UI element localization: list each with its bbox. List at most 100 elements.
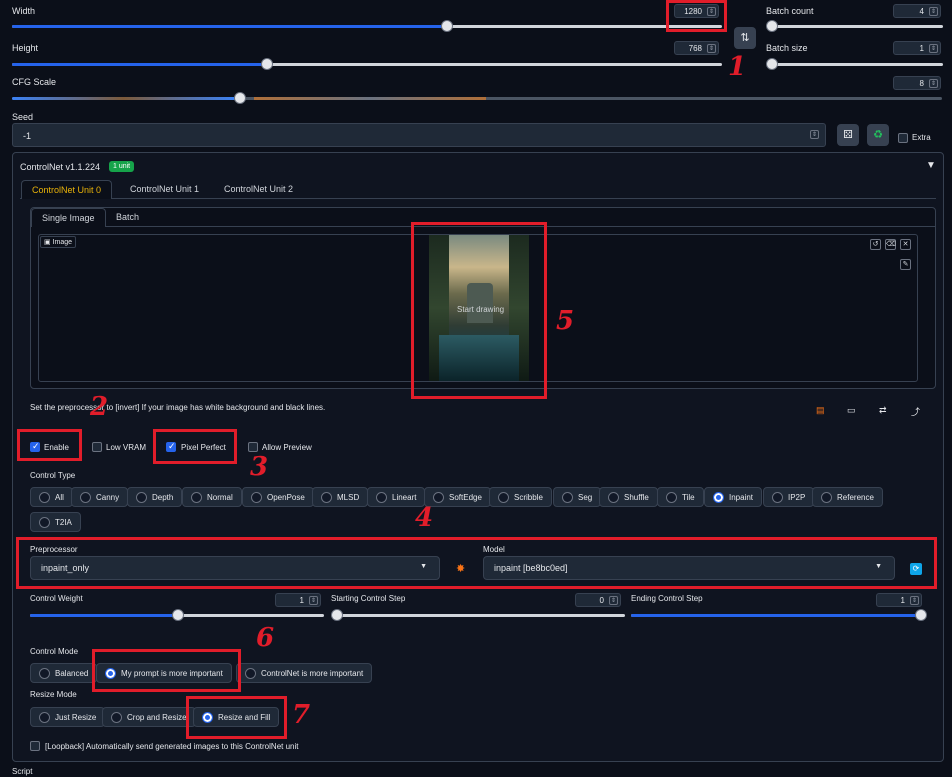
starting-control-step-slider-thumb[interactable] (331, 609, 343, 621)
control-mode-balanced[interactable]: Balanced (30, 663, 98, 683)
close-icon[interactable]: ✕ (900, 239, 911, 250)
recycle-icon: ♻ (873, 129, 883, 141)
control-type-all[interactable]: All (30, 487, 73, 507)
batch-count-value: 4 (919, 7, 924, 16)
control-type-shuffle[interactable]: Shuffle (599, 487, 658, 507)
control-type-reference[interactable]: Reference (812, 487, 883, 507)
image-label: ▣ Image (40, 236, 77, 248)
width-slider-thumb[interactable] (441, 20, 453, 32)
control-weight-slider-thumb[interactable] (172, 609, 184, 621)
annotation-number-3: 3 (250, 452, 269, 482)
script-label: Script (12, 767, 33, 776)
mirror-icon[interactable]: ⇄ (879, 405, 887, 416)
annotation-number-5: 5 (556, 306, 575, 336)
tab-batch[interactable]: Batch (106, 208, 149, 226)
annotation-number-1: 1 (728, 52, 747, 82)
annotation-box-image (411, 222, 547, 399)
cfg-scale-input[interactable]: 8 ⇕ (893, 76, 941, 90)
ending-control-step-slider-thumb[interactable] (915, 609, 927, 621)
control-type-depth[interactable]: Depth (127, 487, 183, 507)
height-slider-fill (12, 63, 268, 66)
seed-input[interactable]: -1 ⇕ (12, 123, 826, 147)
control-type-t2ia[interactable]: T2IA (30, 512, 81, 532)
controlnet-title[interactable]: ControlNet v1.1.224 (20, 162, 100, 172)
control-weight-value: 1 (299, 596, 304, 605)
width-slider[interactable] (12, 25, 722, 28)
control-weight-input[interactable]: 1 ⇕ (275, 593, 321, 607)
extra-seed-checkbox[interactable] (898, 133, 908, 143)
batch-count-slider[interactable] (767, 25, 943, 28)
collapse-icon[interactable]: ▼ (926, 160, 936, 171)
batch-size-slider-thumb[interactable] (766, 58, 778, 70)
control-weight-spinner-icon[interactable]: ⇕ (309, 596, 318, 605)
unit-tabs-divider (20, 198, 936, 199)
allow-preview-label: Allow Preview (262, 443, 312, 452)
control-type-inpaint[interactable]: Inpaint (704, 487, 763, 507)
control-type-canny[interactable]: Canny (71, 487, 129, 507)
webcam-icon[interactable]: ▭ (847, 405, 856, 416)
tab-controlnet-unit-2[interactable]: ControlNet Unit 2 (214, 180, 303, 198)
tab-single-image[interactable]: Single Image (31, 208, 106, 227)
brush-icon[interactable]: ✎ (900, 259, 911, 270)
ending-control-step-slider[interactable] (631, 614, 923, 617)
cfg-scale-slider-thumb[interactable] (234, 92, 246, 104)
batch-count-spinner-icon[interactable]: ⇕ (929, 7, 938, 16)
starting-step-spinner-icon[interactable]: ⇕ (609, 596, 618, 605)
starting-control-step-input[interactable]: 0 ⇕ (575, 593, 621, 607)
seed-spinner-icon[interactable]: ⇕ (810, 130, 819, 139)
annotation-box-control-mode (92, 649, 241, 692)
seed-value: -1 (23, 131, 32, 141)
batch-count-label: Batch count (766, 6, 814, 16)
cfg-scale-value: 8 (919, 79, 924, 88)
cfg-scale-spinner-icon[interactable]: ⇕ (929, 79, 938, 88)
resize-mode-just-resize[interactable]: Just Resize (30, 707, 106, 727)
height-spinner-icon[interactable]: ⇕ (707, 44, 716, 53)
image-icon: ▣ (44, 239, 53, 246)
allow-preview-checkbox[interactable] (248, 442, 258, 452)
tab-controlnet-unit-0[interactable]: ControlNet Unit 0 (21, 180, 113, 199)
control-type-scribble[interactable]: Scribble (489, 487, 552, 507)
batch-size-slider[interactable] (767, 63, 943, 66)
control-mode-controlnet[interactable]: ControlNet is more important (236, 663, 373, 683)
annotation-box-enable (17, 429, 82, 461)
eraser-icon[interactable]: ⌫ (885, 239, 896, 250)
height-slider-thumb[interactable] (261, 58, 273, 70)
control-type-mlsd[interactable]: MLSD (312, 487, 369, 507)
control-type-tile[interactable]: Tile (657, 487, 704, 507)
cfg-scale-slider[interactable] (12, 97, 942, 100)
undo-icon[interactable]: ↺ (870, 239, 881, 250)
height-input[interactable]: 768 ⇕ (674, 41, 719, 55)
annotation-box-pixel-perfect (153, 429, 237, 464)
ending-control-step-input[interactable]: 1 ⇕ (876, 593, 922, 607)
control-type-softedge[interactable]: SoftEdge (424, 487, 491, 507)
width-slider-fill (12, 25, 453, 28)
tab-controlnet-unit-1[interactable]: ControlNet Unit 1 (120, 180, 209, 198)
loopback-checkbox[interactable] (30, 741, 40, 751)
ending-control-step-slider-fill (631, 614, 923, 617)
annotation-number-6: 6 (256, 623, 275, 653)
random-seed-button[interactable]: ⚄ (837, 124, 859, 146)
resize-mode-crop-and-resize[interactable]: Crop and Resize (102, 707, 196, 727)
annotation-number-4: 4 (415, 503, 434, 533)
control-type-normal[interactable]: Normal (182, 487, 242, 507)
send-dimensions-icon[interactable]: ⤴ (911, 405, 920, 418)
batch-count-input[interactable]: 4 ⇕ (893, 4, 941, 18)
cfg-scale-label: CFG Scale (12, 77, 57, 87)
control-type-openpose[interactable]: OpenPose (242, 487, 314, 507)
annotation-number-2: 2 (90, 392, 109, 422)
controlnet-unit-badge: 1 unit (109, 161, 135, 172)
batch-size-input[interactable]: 1 ⇕ (893, 41, 941, 55)
low-vram-checkbox[interactable] (92, 442, 102, 452)
starting-control-step-slider[interactable] (331, 614, 625, 617)
reuse-seed-button[interactable]: ♻ (867, 124, 889, 146)
batch-size-label: Batch size (766, 43, 808, 53)
batch-count-slider-thumb[interactable] (766, 20, 778, 32)
ending-step-spinner-icon[interactable]: ⇕ (910, 596, 919, 605)
height-slider[interactable] (12, 63, 722, 66)
image-label-text: Image (52, 239, 73, 246)
control-type-ip2p[interactable]: IP2P (763, 487, 815, 507)
swap-dimensions-button[interactable]: ⇅ (734, 27, 756, 49)
batch-size-spinner-icon[interactable]: ⇕ (929, 44, 938, 53)
control-type-seg[interactable]: Seg (553, 487, 602, 507)
new-canvas-icon[interactable]: ▤ (816, 405, 825, 416)
